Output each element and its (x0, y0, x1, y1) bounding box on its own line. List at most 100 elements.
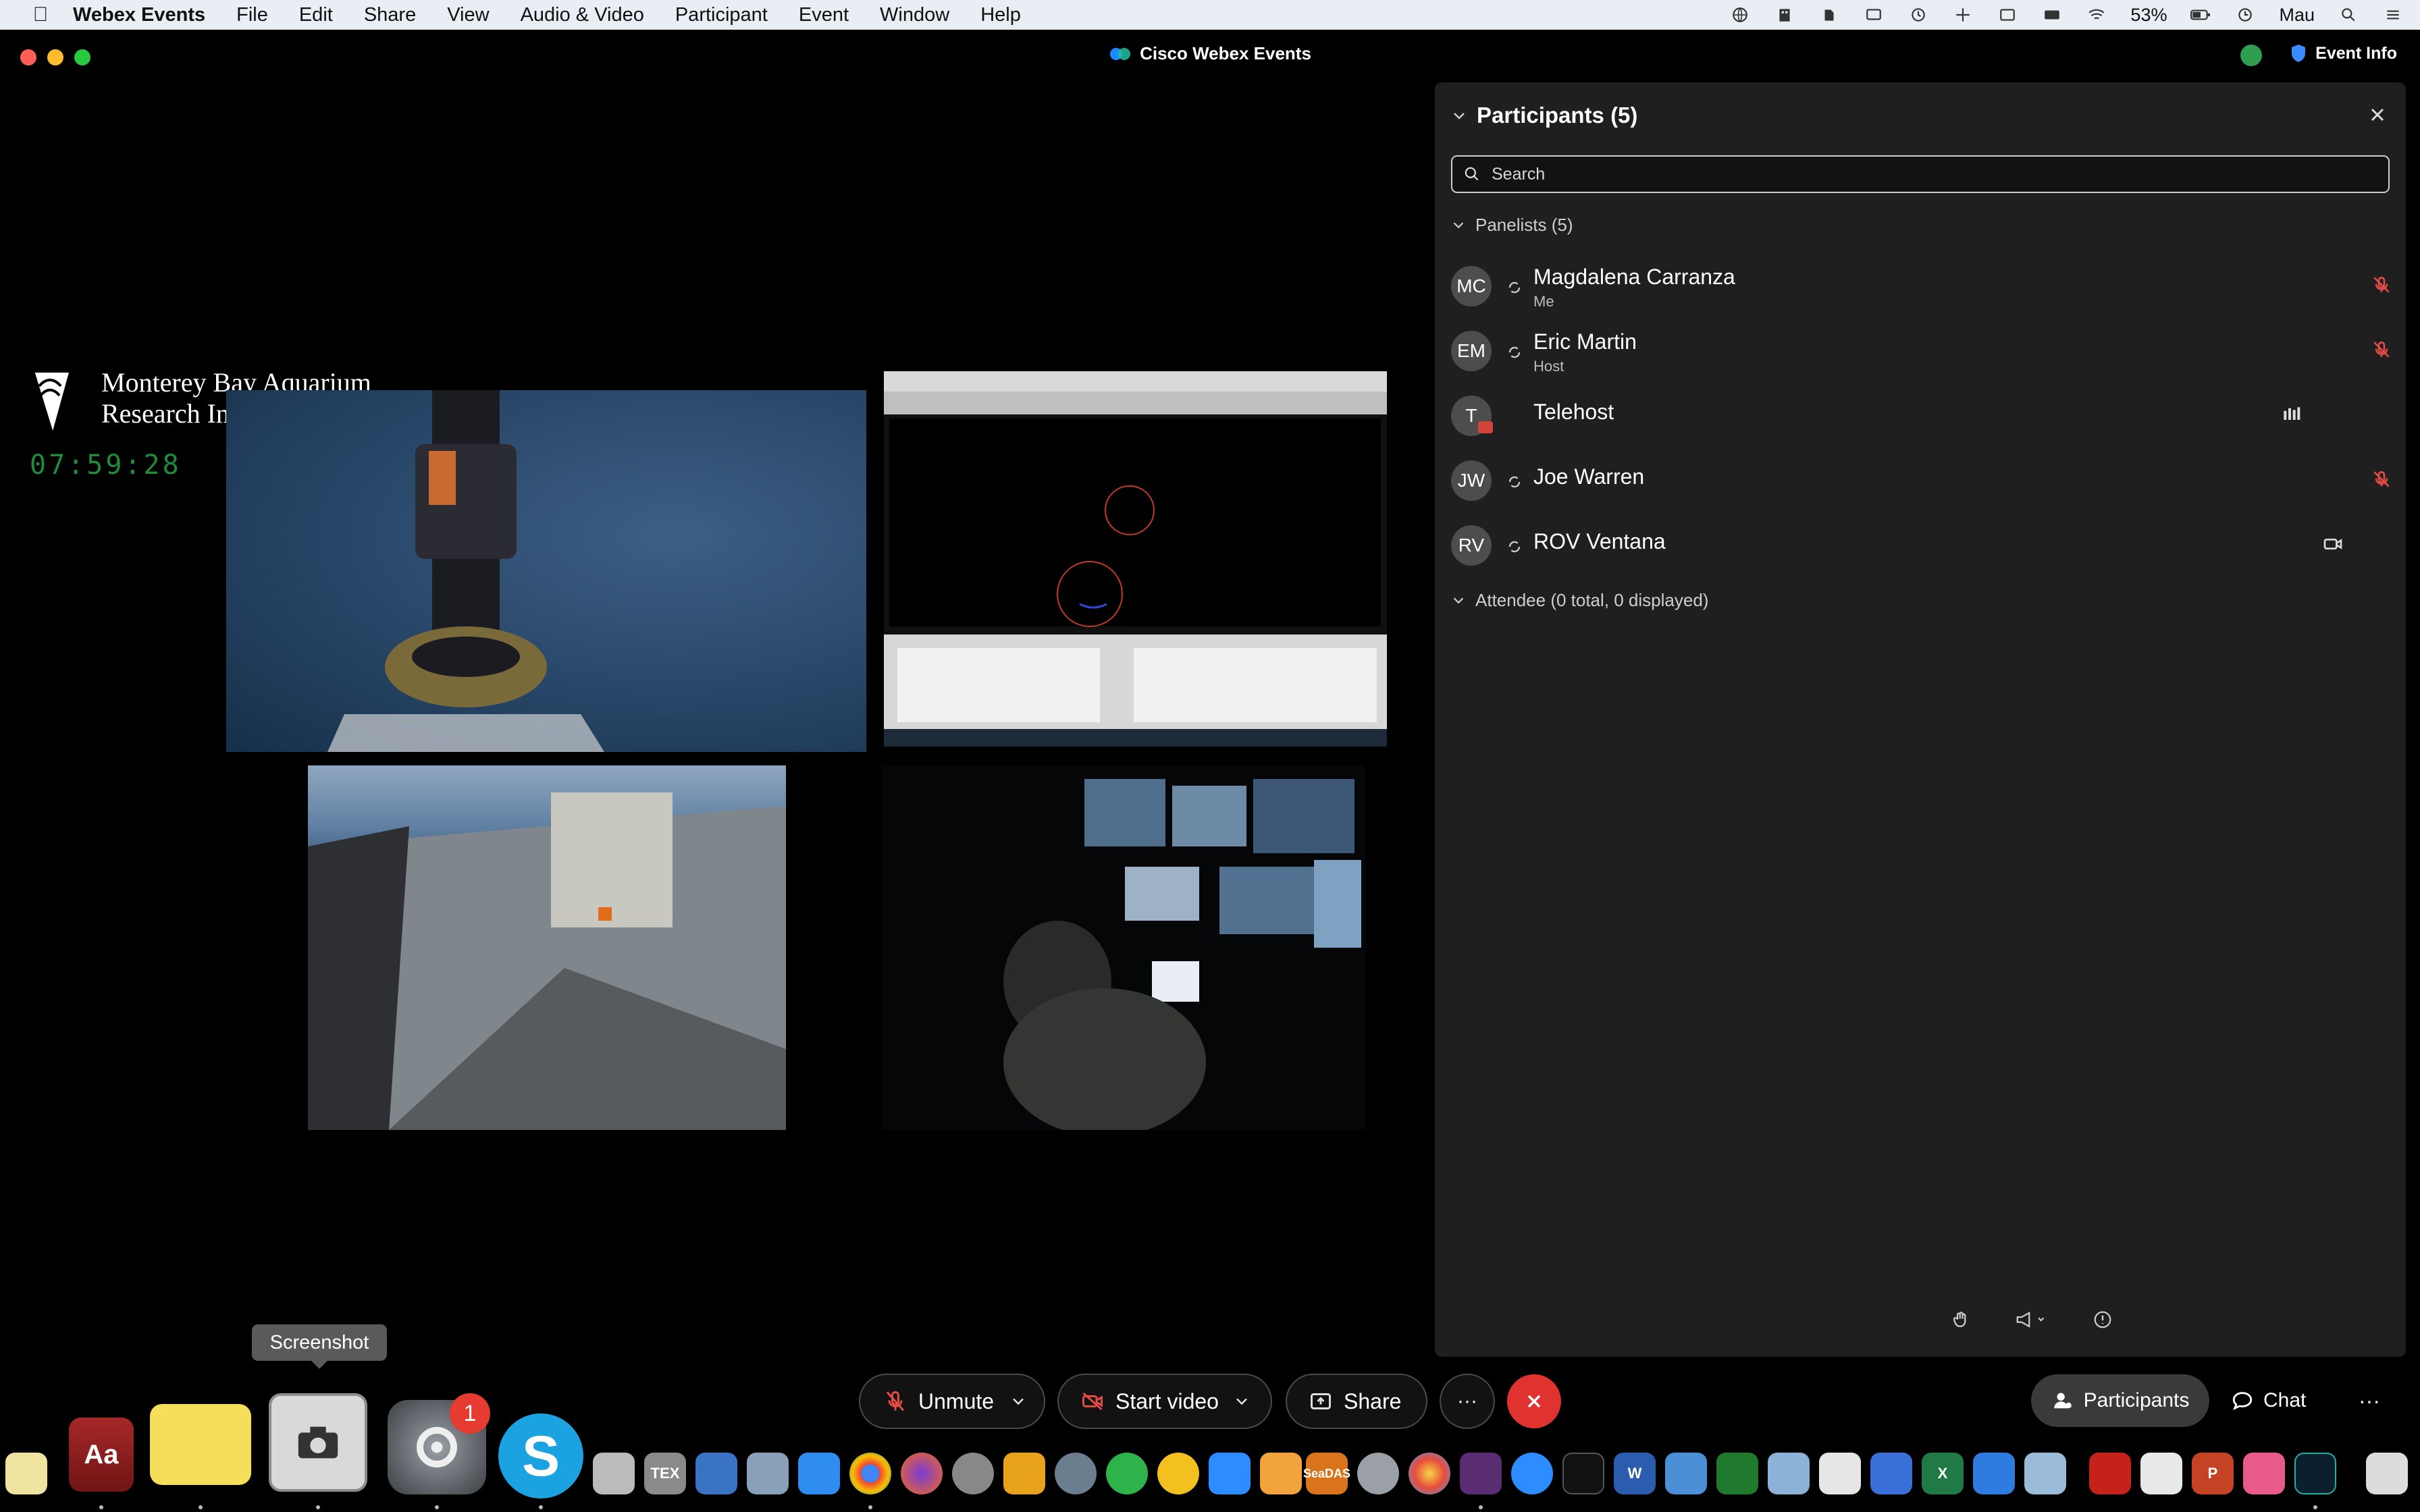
chevron-down-icon[interactable] (1232, 1389, 1251, 1413)
dock-word-icon[interactable]: W (1614, 1453, 1656, 1494)
share-button[interactable]: Share (1286, 1374, 1427, 1429)
menu-view[interactable]: View (447, 4, 489, 26)
dock-app-icon[interactable] (2024, 1453, 2066, 1494)
person-icon (2053, 1393, 2072, 1409)
start-video-button[interactable]: Start video (1057, 1374, 1272, 1429)
panel-info-button[interactable] (2086, 1304, 2120, 1335)
dock-app-icon[interactable] (1716, 1453, 1758, 1494)
battery-icon[interactable] (2190, 5, 2211, 24)
wifi-icon[interactable] (2086, 5, 2107, 24)
dock-app-icon[interactable] (1357, 1453, 1399, 1494)
lower-hand-button[interactable] (1944, 1304, 1978, 1335)
caption-icon[interactable] (1997, 5, 2018, 24)
move-icon[interactable] (1952, 5, 1974, 24)
participant-row[interactable]: MC Magdalena Carranza Me (1451, 255, 2390, 315)
dock-sublime-icon[interactable] (1003, 1453, 1045, 1494)
menu-window[interactable]: Window (880, 4, 949, 26)
muted-mic-icon[interactable] (2371, 468, 2392, 490)
close-icon[interactable] (2367, 104, 2388, 126)
video-camera-icon[interactable] (2322, 533, 2344, 555)
menu-bar-user[interactable]: Mau (2279, 5, 2315, 26)
dock-zoom-icon[interactable] (1209, 1453, 1251, 1494)
display-icon[interactable] (1863, 5, 1885, 24)
keyboard-icon[interactable] (2041, 5, 2063, 24)
participant-row[interactable]: EM Eric Martin Host (1451, 320, 2390, 379)
spotlight-search-icon[interactable] (2338, 5, 2359, 24)
menu-app-name[interactable]: Webex Events (73, 4, 205, 26)
leave-event-button[interactable] (1507, 1374, 1561, 1428)
dock-app-icon[interactable] (593, 1453, 635, 1494)
participant-search-field[interactable] (1451, 155, 2390, 193)
dock-chrome-icon[interactable] (849, 1453, 891, 1494)
search-input[interactable] (1492, 164, 2369, 184)
dock-running-indicator (199, 1505, 203, 1509)
menu-share[interactable]: Share (364, 4, 416, 26)
dock-skype-icon[interactable]: S (498, 1413, 583, 1498)
muted-mic-icon[interactable] (2371, 274, 2392, 296)
participants-toggle-button[interactable]: Participants (2031, 1374, 2209, 1427)
panelists-group-header[interactable]: Panelists (5) (1451, 215, 1573, 236)
dock-dictionary-icon[interactable]: Aa (69, 1418, 134, 1492)
chevron-down-icon[interactable] (1009, 1389, 1028, 1413)
dock-slack-icon[interactable] (1460, 1453, 1502, 1494)
event-info-button[interactable]: Event Info (2290, 43, 2397, 63)
menu-help[interactable]: Help (980, 4, 1021, 26)
dock-app-icon[interactable] (1055, 1453, 1097, 1494)
dock-seadas-icon[interactable]: SeaDAS (1303, 1453, 1350, 1494)
announcement-button[interactable] (1999, 1304, 2064, 1335)
apple-icon[interactable]:  (26, 3, 55, 26)
dock-photos-icon[interactable] (1409, 1453, 1450, 1494)
dock-app-icon[interactable] (2140, 1453, 2182, 1494)
menu-file[interactable]: File (236, 4, 268, 26)
chevron-down-icon[interactable] (1451, 108, 1467, 124)
start-video-label: Start video (1115, 1388, 1219, 1413)
dock-app-icon[interactable] (1665, 1453, 1707, 1494)
evernote-icon[interactable] (1818, 5, 1840, 24)
globe-icon[interactable] (1729, 5, 1751, 24)
dock-app-icon[interactable] (1973, 1453, 2015, 1494)
dock-preview-icon[interactable] (747, 1453, 789, 1494)
menu-edit[interactable]: Edit (299, 4, 333, 26)
dock-acrobat-icon[interactable] (2089, 1453, 2131, 1494)
attendee-group-header[interactable]: Attendee (0 total, 0 displayed) (1451, 590, 1708, 611)
time-machine-icon[interactable] (1908, 5, 1929, 24)
tex-label: TEX (650, 1465, 680, 1482)
dock-app-icon[interactable] (695, 1453, 737, 1494)
dock-stickies-icon[interactable] (150, 1404, 251, 1485)
dock-screenshot-icon[interactable] (269, 1393, 367, 1492)
dock-documents-icon[interactable] (2366, 1453, 2408, 1494)
network-health-icon[interactable] (2240, 45, 2262, 66)
dock-app-icon[interactable] (952, 1453, 994, 1494)
dock-matlab-icon[interactable] (1260, 1453, 1302, 1494)
overflow-menu-button[interactable]: ··· (2352, 1374, 2386, 1427)
institution-icon[interactable] (1774, 5, 1795, 24)
chat-toggle-button[interactable]: Chat (2231, 1374, 2306, 1427)
dock-firefox-icon[interactable] (901, 1453, 943, 1494)
dock-tex-icon[interactable]: TEX (644, 1453, 686, 1494)
dock-music-icon[interactable] (2243, 1453, 2285, 1494)
menu-participant[interactable]: Participant (675, 4, 768, 26)
dock-app-icon[interactable] (1870, 1453, 1912, 1494)
dock-notes-icon[interactable] (5, 1453, 47, 1494)
dock-app-icon[interactable] (1768, 1453, 1810, 1494)
dock-excel-icon[interactable]: X (1922, 1453, 1964, 1494)
dock-textedit-icon[interactable] (1819, 1453, 1861, 1494)
menu-audio-video[interactable]: Audio & Video (521, 4, 644, 26)
dock-terminal-icon[interactable] (1562, 1453, 1604, 1494)
participant-row[interactable]: T Telehost (1451, 385, 2390, 444)
unmute-button[interactable]: Unmute (859, 1374, 1045, 1429)
control-center-icon[interactable] (2382, 5, 2404, 24)
dock-zoom-icon[interactable] (1511, 1453, 1553, 1494)
more-options-button[interactable]: ··· (1440, 1374, 1495, 1429)
dock-webex-icon[interactable] (2294, 1453, 2336, 1494)
participant-row[interactable]: JW Joe Warren (1451, 450, 2390, 509)
menu-event[interactable]: Event (799, 4, 849, 26)
dock-safari-icon[interactable] (798, 1453, 840, 1494)
participant-row[interactable]: RV ROV Ventana (1451, 514, 2390, 574)
dock-powerpoint-icon[interactable]: P (2192, 1453, 2234, 1494)
clock-icon[interactable] (2234, 5, 2256, 24)
dock-evernote-icon[interactable] (1106, 1453, 1148, 1494)
muted-mic-icon[interactable] (2371, 339, 2392, 360)
dock-xquartz-icon[interactable] (1157, 1453, 1199, 1494)
control-room-camera-feed (882, 765, 1365, 1130)
